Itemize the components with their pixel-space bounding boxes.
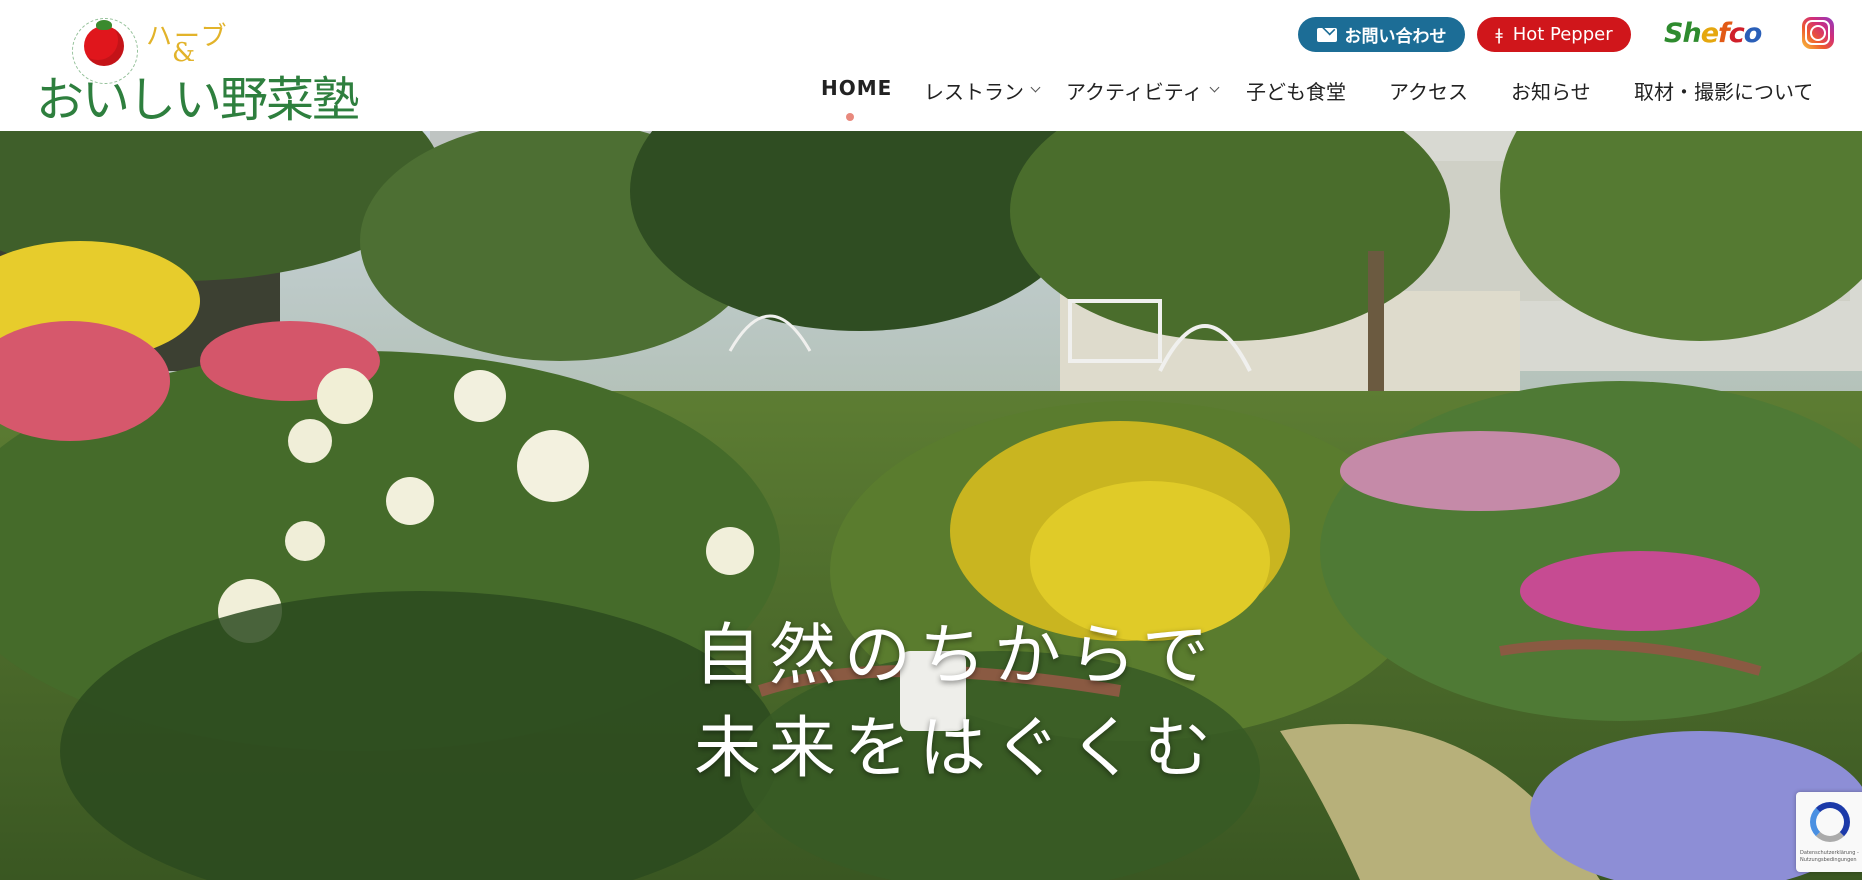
mail-icon bbox=[1316, 27, 1337, 42]
nav-item-access[interactable]: アクセス bbox=[1389, 76, 1468, 105]
contact-button-label: お問い合わせ bbox=[1344, 27, 1447, 47]
nav-item-news[interactable]: お知らせ bbox=[1511, 76, 1591, 105]
nav-item-activity[interactable]: アクティビティ bbox=[1066, 76, 1220, 105]
fork-knife-icon: ǂ bbox=[1495, 24, 1503, 44]
active-indicator bbox=[846, 113, 854, 121]
chevron-down-icon bbox=[1030, 82, 1041, 93]
nav-item-label: お知らせ bbox=[1511, 80, 1591, 104]
nav-item-label: アクセス bbox=[1389, 80, 1468, 104]
nav-item-label: HOME bbox=[821, 76, 893, 100]
shefco-letter: c bbox=[1728, 18, 1745, 49]
recaptcha-badge[interactable]: Datenschutzerklärung - Nutzungsbedingung… bbox=[1796, 792, 1862, 872]
site-logo[interactable]: ハーブ & おいしい野菜塾 bbox=[36, 16, 360, 128]
nav-item-kids-cafeteria[interactable]: 子ども食堂 bbox=[1246, 76, 1346, 105]
shefco-letter: h bbox=[1682, 18, 1701, 49]
main-nav: HOME レストラン アクティビティ 子ども食堂 アクセス お知らせ 取材・撮影… bbox=[0, 76, 1862, 105]
hero-tagline-line1: 自然のちからで bbox=[694, 616, 1217, 694]
site-header: ハーブ & おいしい野菜塾 お問い合わせ ǂ Hot Pepper Shefco… bbox=[0, 0, 1862, 131]
hero-tagline-line2: 未来をはぐくむ bbox=[694, 709, 1219, 787]
shefco-letter: f bbox=[1718, 18, 1730, 49]
hotpepper-button-label: Hot Pepper bbox=[1512, 24, 1613, 45]
instagram-icon[interactable] bbox=[1802, 17, 1834, 49]
shefco-link[interactable]: Shefco bbox=[1664, 18, 1763, 52]
hero-tagline: 自然のちからで 未来をはぐくむ bbox=[694, 609, 1219, 795]
nav-item-press[interactable]: 取材・撮影について bbox=[1634, 76, 1813, 105]
recaptcha-icon bbox=[1810, 802, 1850, 842]
nav-item-label: アクティビティ bbox=[1066, 80, 1203, 104]
nav-item-restaurant[interactable]: レストラン bbox=[924, 76, 1041, 105]
chevron-down-icon bbox=[1209, 82, 1220, 93]
nav-item-label: 子ども食堂 bbox=[1246, 80, 1346, 104]
shefco-letter: e bbox=[1700, 18, 1719, 49]
hotpepper-button[interactable]: ǂ Hot Pepper bbox=[1477, 17, 1631, 52]
nav-item-label: レストラン bbox=[924, 80, 1024, 104]
contact-button[interactable]: お問い合わせ bbox=[1298, 17, 1465, 52]
recaptcha-text: Datenschutzerklärung - Nutzungsbedingung… bbox=[1800, 850, 1859, 863]
shefco-letter: S bbox=[1664, 18, 1683, 49]
shefco-letter: o bbox=[1743, 18, 1763, 49]
hero-section: 自然のちからで 未来をはぐくむ bbox=[0, 131, 1862, 880]
nav-item-label: 取材・撮影について bbox=[1634, 80, 1814, 104]
nav-item-home[interactable]: HOME bbox=[821, 76, 892, 100]
